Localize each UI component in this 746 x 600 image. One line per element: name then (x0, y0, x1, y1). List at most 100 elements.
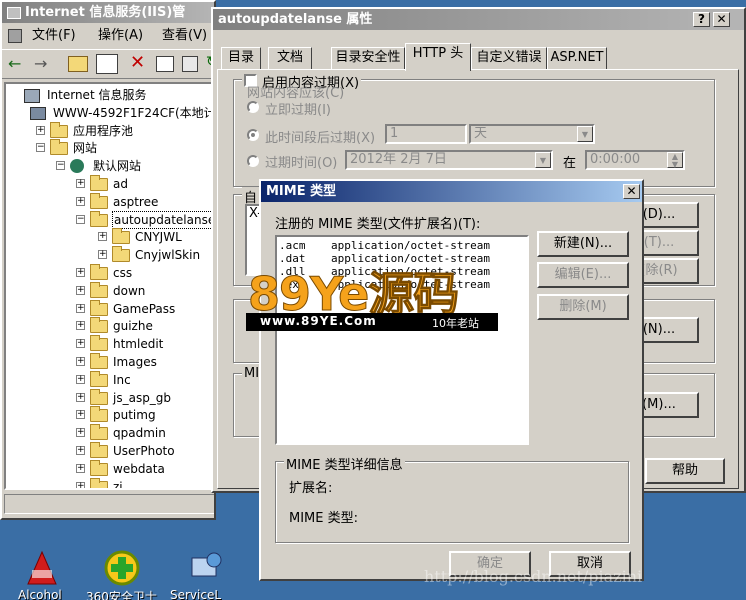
expand-icon[interactable]: + (76, 463, 85, 473)
tree-node[interactable]: − autoupdatelanse (6, 210, 214, 229)
expand-icon[interactable]: + (76, 196, 85, 206)
tab-http-headers[interactable]: HTTP 头 (405, 43, 471, 71)
computer-icon (30, 106, 46, 120)
tree-node[interactable]: + guizhe (6, 317, 214, 335)
folder-icon (90, 192, 108, 209)
expire-time-spinner[interactable]: 0:00:00 ▲ ▼ (585, 150, 685, 170)
tree-node[interactable]: + ad (6, 175, 214, 193)
tree-node[interactable]: + asptree (6, 192, 214, 211)
export-icon[interactable] (182, 56, 198, 72)
expand-icon[interactable]: + (76, 428, 85, 438)
expire-after-value[interactable]: 1 (385, 124, 467, 144)
up-folder-icon[interactable] (68, 56, 88, 72)
spin-arrows-icon: ▲ ▼ (667, 152, 683, 168)
tree-node[interactable]: + down (6, 281, 214, 300)
mime-edit-button[interactable]: 编辑(E)... (537, 262, 629, 288)
expand-icon[interactable]: + (76, 392, 85, 402)
properties-icon[interactable] (156, 56, 174, 72)
tree-node-label: 网站 (73, 141, 98, 156)
menu-file[interactable]: 文件(F) (32, 25, 76, 47)
tree-node[interactable]: + zi (6, 477, 214, 488)
folder-icon (90, 264, 108, 280)
back-icon[interactable]: ← (8, 54, 21, 73)
tree-node-label: ad (113, 177, 128, 191)
help-button[interactable]: 帮助 (645, 458, 725, 484)
expand-icon[interactable]: + (76, 321, 85, 331)
show-tree-icon[interactable] (96, 54, 118, 74)
tree-node-label: 应用程序池 (73, 123, 134, 138)
iis-title-bar[interactable]: Internet 信息服务(IIS)管 (2, 2, 214, 23)
folder-icon (50, 121, 68, 138)
tree-node[interactable]: + 应用程序池 (6, 121, 214, 140)
tree-node[interactable]: + Inc (6, 370, 214, 389)
tree-node[interactable]: + qpadmin (6, 424, 214, 442)
iis-toolbar: ← → ✕ ↻ (2, 49, 214, 79)
collapse-icon[interactable]: − (76, 214, 85, 224)
mime-delete-button[interactable]: 删除(M) (537, 294, 629, 320)
logo-url-bar: www.89YE.Com 10年老站 (246, 313, 498, 331)
tree-node[interactable]: + css (6, 264, 214, 282)
tree-node[interactable]: + CnyjwlSkin (6, 246, 214, 264)
service-icon[interactable] (186, 548, 226, 588)
expand-icon[interactable]: + (76, 285, 85, 295)
mime-type-label: MIME 类型: (289, 511, 358, 526)
expand-icon[interactable]: + (36, 125, 45, 135)
list-item[interactable]: .acm application/octet-stream (279, 239, 490, 252)
tab-documents[interactable]: 文档 (268, 47, 312, 70)
expand-icon[interactable]: + (76, 179, 85, 188)
expand-icon[interactable]: + (98, 232, 107, 242)
tree-node-label: js_asp_gb (113, 390, 172, 405)
help-title-button[interactable]: ? (693, 12, 710, 27)
expand-icon[interactable]: + (76, 303, 85, 313)
tree-node[interactable]: + Images (6, 353, 214, 371)
tab-directory-security[interactable]: 目录安全性 (331, 47, 405, 70)
tree-node-label: css (113, 266, 133, 280)
expire-unit-select[interactable]: 天 ▼ (469, 124, 595, 144)
chevron-down-icon: ▼ (535, 152, 551, 168)
alcohol-icon[interactable] (22, 548, 62, 588)
tab-aspnet[interactable]: ASP.NET (547, 47, 607, 70)
tree-node[interactable]: WWW-4592F1F24CF(本地计算 (6, 104, 216, 122)
tree-node[interactable]: + putimg (6, 406, 214, 424)
collapse-icon[interactable]: − (36, 143, 45, 153)
expand-icon[interactable]: + (76, 357, 85, 366)
delete-icon[interactable]: ✕ (130, 52, 145, 73)
properties-title-bar[interactable]: autoupdatelanse 属性 (213, 9, 744, 30)
tree-node[interactable]: − 网站 (6, 139, 214, 157)
tree-node[interactable]: + htmledit (6, 335, 214, 353)
mime-close-button[interactable]: ✕ (623, 184, 640, 199)
folder-icon (50, 139, 68, 156)
expire-date-picker[interactable]: 2012年 2月 7日 ▼ (345, 150, 553, 170)
expire-after-radio[interactable] (247, 129, 259, 141)
tree-node[interactable]: + GamePass (6, 299, 214, 318)
tree-node-label: WWW-4592F1F24CF(本地计算 (53, 105, 216, 120)
close-title-button[interactable]: ✕ (713, 12, 730, 27)
tree-node[interactable]: + js_asp_gb (6, 388, 214, 407)
mime-type: application/octet-stream (331, 239, 490, 252)
menu-view[interactable]: 查看(V) (162, 25, 207, 47)
tab-custom-errors[interactable]: 自定义错误 (471, 47, 547, 70)
expire-now-radio[interactable] (247, 101, 259, 113)
mime-new-button[interactable]: 新建(N)... (537, 231, 629, 257)
expand-icon[interactable]: + (76, 374, 85, 384)
expand-icon[interactable]: + (76, 410, 85, 420)
tab-directory[interactable]: 目录 (221, 47, 261, 70)
expand-icon[interactable]: + (76, 339, 85, 349)
tree-node[interactable]: + webdata (6, 459, 214, 478)
expand-icon[interactable]: + (76, 481, 85, 488)
360-safe-icon[interactable] (102, 548, 142, 588)
tree-node[interactable]: − 默认网站 (6, 157, 214, 175)
expand-icon[interactable]: + (76, 446, 85, 455)
mime-title-bar[interactable]: MIME 类型 (261, 181, 642, 202)
collapse-icon[interactable]: − (56, 161, 65, 171)
forward-icon[interactable]: → (34, 54, 47, 73)
tree-node[interactable]: Internet 信息服务 (6, 86, 214, 104)
menu-action[interactable]: 操作(A) (98, 25, 143, 47)
iis-tree[interactable]: Internet 信息服务 WWW-4592F1F24CF(本地计算 + 应用程序池 −… (4, 82, 216, 490)
tree-node[interactable]: + UserPhoto (6, 442, 214, 460)
tree-node[interactable]: + CNYJWL (6, 228, 214, 246)
iis-app-icon (7, 6, 21, 19)
expand-icon[interactable]: + (98, 250, 107, 260)
expand-icon[interactable]: + (76, 268, 85, 277)
expire-on-radio[interactable] (247, 155, 259, 167)
